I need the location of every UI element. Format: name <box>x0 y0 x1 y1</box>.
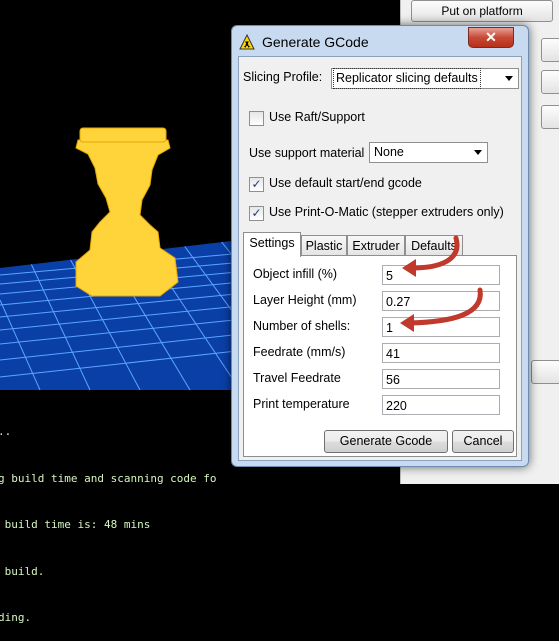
settings-tab-page: Object infill (%) 5 Layer Height (mm) 0.… <box>243 255 517 457</box>
travel-feedrate-label: Travel Feedrate <box>253 371 341 385</box>
tab-settings[interactable]: Settings <box>243 232 301 257</box>
object-infill-field[interactable]: 5 <box>382 265 500 285</box>
layer-height-field[interactable]: 0.27 <box>382 291 500 311</box>
slicing-profile-label: Slicing Profile: <box>243 70 323 84</box>
side-button[interactable] <box>541 70 559 94</box>
close-button[interactable]: ✕ <box>468 27 514 48</box>
cancel-button[interactable]: Cancel <box>452 430 514 453</box>
tab-defaults[interactable]: Defaults <box>405 235 463 256</box>
number-of-shells-field[interactable]: 1 <box>382 317 500 337</box>
slicing-profile-value: Replicator slicing defaults <box>333 68 481 89</box>
start-end-gcode-checkbox[interactable]: ✓ <box>249 177 264 192</box>
travel-feedrate-field[interactable]: 56 <box>382 369 500 389</box>
console-line: ding. <box>0 611 32 624</box>
console-line: .. <box>0 425 12 438</box>
layer-height-label: Layer Height (mm) <box>253 293 357 307</box>
generate-gcode-dialog: Generate GCode ✕ Slicing Profile: Replic… <box>231 25 529 467</box>
use-raft-label: Use Raft/Support <box>269 110 365 124</box>
generate-gcode-button[interactable]: Generate Gcode <box>324 430 448 453</box>
side-button[interactable] <box>541 105 559 129</box>
dialog-title: Generate GCode <box>262 34 369 50</box>
support-material-label: Use support material <box>249 146 365 160</box>
dialog-titlebar[interactable]: Generate GCode ✕ <box>232 26 528 56</box>
feedrate-label: Feedrate (mm/s) <box>253 345 346 359</box>
chevron-down-icon <box>505 76 513 81</box>
chevron-down-icon <box>474 150 482 155</box>
print-o-matic-checkbox[interactable]: ✓ <box>249 206 264 221</box>
settings-tabbar: Settings Plastic Extruder Defaults <box>243 232 517 257</box>
close-icon: ✕ <box>485 29 497 45</box>
object-infill-label: Object infill (%) <box>253 267 338 281</box>
tab-plastic[interactable]: Plastic <box>301 235 347 256</box>
print-temperature-label: Print temperature <box>253 397 350 411</box>
number-of-shells-label: Number of shells: <box>253 319 351 333</box>
support-material-value: None <box>374 145 404 159</box>
console-log: .. g build time and scanning code fo bui… <box>0 390 240 624</box>
vase-model <box>75 127 179 297</box>
put-on-platform-button[interactable]: Put on platform <box>411 0 553 22</box>
use-raft-checkbox[interactable] <box>249 111 264 126</box>
console-line: build time is: 48 mins <box>0 518 151 531</box>
tab-extruder[interactable]: Extruder <box>347 235 405 256</box>
side-button[interactable] <box>541 38 559 62</box>
warning-radiation-icon <box>239 34 255 50</box>
side-button[interactable] <box>531 360 559 384</box>
start-end-gcode-label: Use default start/end gcode <box>269 176 422 190</box>
console-line: build. <box>0 564 45 578</box>
feedrate-field[interactable]: 41 <box>382 343 500 363</box>
support-material-select[interactable]: None <box>369 142 488 163</box>
slicing-profile-select[interactable]: Replicator slicing defaults <box>331 68 519 89</box>
dialog-body: Slicing Profile: Replicator slicing defa… <box>238 56 522 461</box>
print-o-matic-label: Use Print-O-Matic (stepper extruders onl… <box>269 205 504 219</box>
print-temperature-field[interactable]: 220 <box>382 395 500 415</box>
